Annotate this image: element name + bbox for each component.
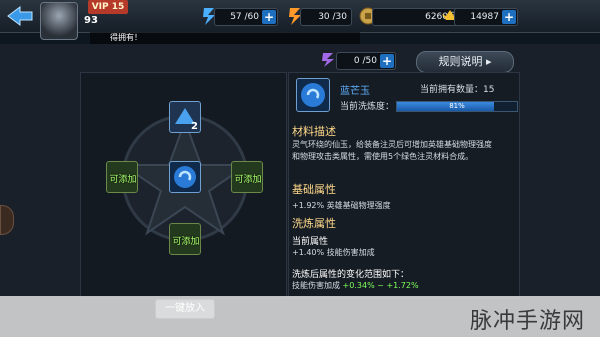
add-label-bottom: 可添加 <box>172 237 200 247</box>
current-attr-value: +1.40% 技能伤害加成 <box>292 248 375 257</box>
add-slot-bottom[interactable]: 可添加 <box>169 223 201 255</box>
energy-resource: 57 /60 + <box>200 6 278 26</box>
add-energy-button[interactable]: + <box>262 10 276 24</box>
add-stone-button[interactable]: + <box>380 54 394 68</box>
range-min: +0.34% <box>342 281 375 290</box>
refine-progress-bar: 81% <box>396 101 518 112</box>
ingot-value: 14987 <box>470 12 499 22</box>
player-level: 93 <box>84 15 98 26</box>
add-label-left: 可添加 <box>109 175 137 185</box>
range-row: 技能伤害加成 +0.34% ~ +1.72% <box>292 280 516 291</box>
blue-swirl-gem-icon <box>174 166 196 188</box>
item-name: 蓝芒玉 <box>340 86 370 97</box>
stamina-resource: 30 /30 <box>286 6 352 26</box>
material-desc-line-1: 灵气环绕的仙玉，给装备注灵后可增加英雄基础物理强度 <box>292 140 492 149</box>
material-desc-line-2: 和物理攻击类属性，需使用5个绿色注灵材料合成。 <box>292 152 474 161</box>
add-ingot-button[interactable]: + <box>502 10 516 24</box>
result-gem-slot[interactable] <box>169 161 201 193</box>
center-material-slot[interactable]: 2 <box>169 101 201 133</box>
avatar[interactable] <box>40 2 78 40</box>
refine-attr-title: 洗炼属性 <box>292 217 336 230</box>
add-slot-left[interactable]: 可添加 <box>106 161 138 193</box>
current-attr-label: 当前属性 <box>292 237 329 247</box>
range-max: +1.72% <box>386 281 419 290</box>
stone-counter: 0 /50 + <box>320 50 400 70</box>
stone-count: 0 /50 <box>353 56 377 66</box>
blue-swirl-gem-icon <box>301 83 325 107</box>
rules-button[interactable]: 规则说明 ▸ <box>416 51 514 73</box>
vip-badge: VIP 15 <box>88 0 128 14</box>
scroll-ticker: 得拥有！ <box>90 32 360 44</box>
add-slot-right[interactable]: 可添加 <box>231 161 263 193</box>
energy-value: 57 /60 <box>230 12 259 22</box>
watermark: 脉冲手游网 <box>470 309 586 334</box>
item-icon-frame <box>296 78 330 112</box>
range-label: 洗炼后属性的变化范围如下： <box>292 270 410 280</box>
ingot-resource: 14987 + <box>440 6 518 26</box>
one-key-insert-button[interactable]: 一键放入 <box>155 299 215 319</box>
forge-pane: 2 可添加 可添加 可添加 <box>80 72 287 299</box>
center-count: 2 <box>191 121 198 132</box>
base-attr-title: 基础属性 <box>292 183 336 196</box>
back-arrow-icon <box>7 6 33 26</box>
rules-label: 规则说明 <box>438 55 483 68</box>
add-label-right: 可添加 <box>234 175 262 185</box>
range-separator: ~ <box>377 281 384 290</box>
material-title: 材料描述 <box>292 125 336 138</box>
range-prefix: 技能伤害加成 <box>292 281 340 290</box>
back-button[interactable] <box>4 4 34 28</box>
refine-label: 当前洗炼度： <box>340 102 395 112</box>
base-attr-value: +1.92% 英雄基础物理强度 <box>292 201 391 210</box>
owned-count: 当前拥有数量：15 <box>420 85 495 95</box>
stamina-value: 30 /30 <box>318 12 347 22</box>
refine-percent: 81% <box>449 102 465 110</box>
